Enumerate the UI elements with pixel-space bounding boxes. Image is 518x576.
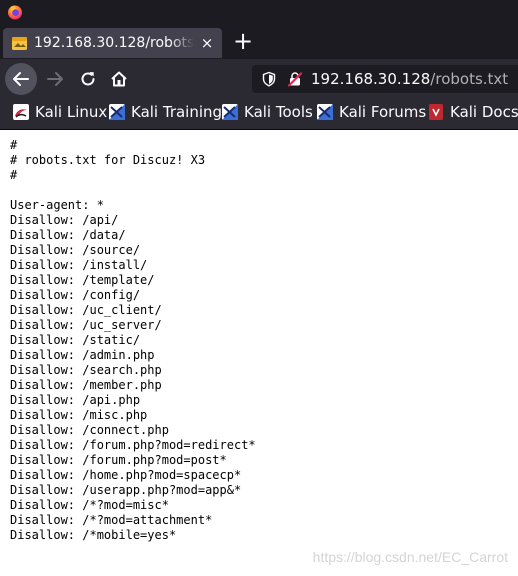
- bookmark-kali-forums[interactable]: Kali Forums: [317, 103, 426, 121]
- robots-line: Disallow: /*?mod=attachment*: [10, 513, 213, 527]
- default-page-icon: [12, 36, 27, 50]
- bookmarks-toolbar: Kali Linux Kali Training Kali Tools Kali…: [0, 97, 518, 130]
- tab-close-button[interactable]: ×: [199, 35, 215, 51]
- robots-line: Disallow: /forum.php?mod=redirect*: [10, 438, 256, 452]
- bookmark-kali-docs[interactable]: Kali Docs: [428, 103, 518, 121]
- robots-line: Disallow: /source/: [10, 243, 141, 257]
- back-arrow-icon: [13, 72, 29, 86]
- robots-line: Disallow: /misc.php: [10, 408, 148, 422]
- robots-line: Disallow: /install/: [10, 258, 148, 272]
- bookmark-label: Kali Docs: [450, 103, 518, 121]
- reload-icon[interactable]: [78, 69, 98, 89]
- robots-line: #: [10, 168, 18, 182]
- robots-line: Disallow: /connect.php: [10, 423, 169, 437]
- new-tab-button[interactable]: +: [233, 29, 253, 53]
- bookmark-label: Kali Linux: [35, 103, 108, 121]
- firefox-logo-icon: [8, 5, 22, 20]
- home-icon[interactable]: [109, 69, 129, 89]
- kali-docs-icon: [429, 104, 443, 120]
- url-bar[interactable]: 192.168.30.128/robots.txt: [252, 65, 518, 93]
- robots-line: Disallow: /*?mod=misc*: [10, 498, 169, 512]
- robots-line: Disallow: /member.php: [10, 378, 162, 392]
- robots-line: Disallow: /admin.php: [10, 348, 155, 362]
- url-path: /robots.txt: [430, 70, 509, 88]
- url-text: 192.168.30.128/robots.txt: [311, 70, 508, 88]
- robots-line: Disallow: /api.php: [10, 393, 141, 407]
- kali-tools-icon: [222, 104, 238, 120]
- robots-line: Disallow: /*mobile=yes*: [10, 528, 177, 542]
- bookmark-kali-linux[interactable]: Kali Linux: [13, 103, 107, 121]
- bookmark-kali-training[interactable]: Kali Training: [109, 103, 222, 121]
- tab-strip: 192.168.30.128/robots.txt ×: [0, 25, 518, 59]
- robots-line: User-agent: *: [10, 198, 104, 212]
- bookmark-kali-tools[interactable]: Kali Tools: [222, 103, 313, 121]
- tab-title: 192.168.30.128/robots.txt: [34, 35, 194, 51]
- window-titlebar: [0, 0, 518, 25]
- robots-line: Disallow: /template/: [10, 273, 155, 287]
- watermark: https://blog.csdn.net/EC_Carrot: [312, 549, 508, 565]
- tab-robots-txt[interactable]: 192.168.30.128/robots.txt ×: [3, 28, 222, 58]
- forward-arrow-icon[interactable]: [45, 69, 65, 89]
- robots-line: Disallow: /search.php: [10, 363, 162, 377]
- shield-icon[interactable]: [261, 71, 277, 87]
- robots-txt-text: # # robots.txt for Discuz! X3 # User-agent:…: [10, 138, 256, 543]
- robots-line: Disallow: /api/: [10, 213, 119, 227]
- robots-line: [10, 183, 256, 198]
- bookmark-label: Kali Training: [131, 103, 223, 121]
- insecure-lock-icon[interactable]: [287, 71, 303, 87]
- page-content: # # robots.txt for Discuz! X3 # User-agent:…: [0, 130, 518, 576]
- kali-training-icon: [109, 104, 125, 120]
- robots-line: Disallow: /uc_server/: [10, 318, 162, 332]
- url-host: 192.168.30.128: [311, 70, 431, 88]
- bookmark-label: Kali Tools: [244, 103, 313, 121]
- kali-dragon-icon: [13, 104, 29, 120]
- navigation-toolbar: 192.168.30.128/robots.txt: [0, 59, 518, 97]
- robots-line: Disallow: /data/: [10, 228, 126, 242]
- robots-line: Disallow: /userapp.php?mod=app&*: [10, 483, 242, 497]
- robots-line: Disallow: /uc_client/: [10, 303, 162, 317]
- robots-line: Disallow: /config/: [10, 288, 141, 302]
- robots-line: # robots.txt for Discuz! X3: [10, 153, 206, 167]
- robots-line: Disallow: /forum.php?mod=post*: [10, 453, 227, 467]
- bookmark-label: Kali Forums: [339, 103, 427, 121]
- robots-line: Disallow: /home.php?mod=spacecp*: [10, 468, 242, 482]
- kali-forums-icon: [317, 104, 333, 120]
- robots-line: Disallow: /static/: [10, 333, 141, 347]
- robots-line: #: [10, 138, 18, 152]
- back-button[interactable]: [5, 63, 37, 95]
